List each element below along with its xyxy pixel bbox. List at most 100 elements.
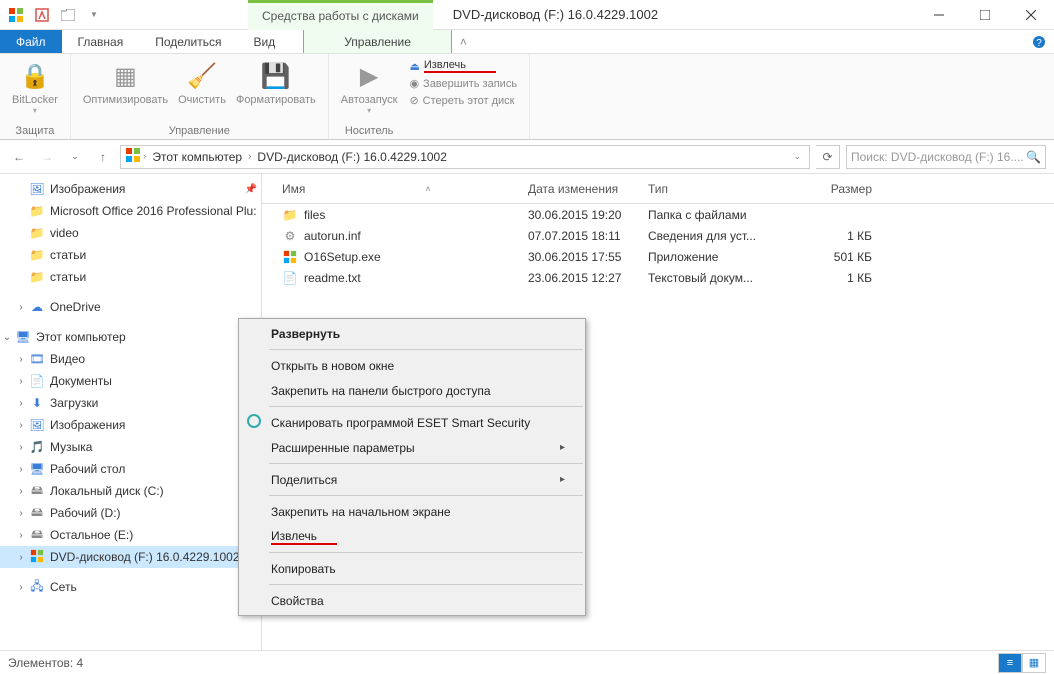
chevron-right-icon[interactable]: › xyxy=(14,508,28,519)
chevron-right-icon[interactable]: › xyxy=(14,552,28,563)
sidebar-item-video[interactable]: 📁video xyxy=(0,222,261,244)
chevron-right-icon[interactable]: › xyxy=(248,151,251,162)
menu-share[interactable]: Поделиться▸ xyxy=(239,467,585,492)
file-date: 30.06.2015 17:55 xyxy=(528,250,648,264)
file-type: Приложение xyxy=(648,250,796,264)
video-icon: 🎞 xyxy=(28,352,46,366)
forward-button[interactable]: → xyxy=(36,146,58,168)
sidebar-item-local-c[interactable]: ›🖴Локальный диск (C:) xyxy=(0,480,261,502)
new-folder-icon[interactable] xyxy=(58,5,78,25)
sidebar-item-desktop[interactable]: ›🖥Рабочий стол xyxy=(0,458,261,480)
chevron-right-icon[interactable]: › xyxy=(14,486,28,497)
sidebar-item-office[interactable]: 📁Microsoft Office 2016 Professional Plu: xyxy=(0,200,261,222)
sidebar-item-pictures2[interactable]: ›🖼Изображения xyxy=(0,414,261,436)
list-item[interactable]: ⚙autorun.inf 07.07.2015 18:11 Сведения д… xyxy=(262,225,1054,246)
close-button[interactable] xyxy=(1008,0,1054,30)
chevron-right-icon[interactable]: › xyxy=(14,442,28,453)
chevron-right-icon[interactable]: › xyxy=(14,582,28,593)
sidebar-item-articles2[interactable]: 📁 статьи xyxy=(0,266,261,288)
sidebar-item-label: статьи xyxy=(50,270,86,284)
tab-share[interactable]: Поделиться xyxy=(139,30,237,53)
sidebar-item-pictures[interactable]: 🖼Изображения📌 xyxy=(0,178,261,200)
sidebar-item-this-pc[interactable]: ⌄🖥Этот компьютер xyxy=(0,326,261,348)
menu-scan-eset[interactable]: Сканировать программой ESET Smart Securi… xyxy=(239,410,585,435)
menu-pin-quick[interactable]: Закрепить на панели быстрого доступа xyxy=(239,378,585,403)
file-date: 07.07.2015 18:11 xyxy=(528,229,648,243)
sidebar-item-onedrive[interactable]: ›☁OneDrive xyxy=(0,296,261,318)
tab-home[interactable]: Главная xyxy=(62,30,140,53)
navbar: ← → ⌄ ↑ › Этот компьютер › DVD-дисковод … xyxy=(0,140,1054,174)
drive-icon: 🖴 xyxy=(28,481,46,502)
format-icon: 💾 xyxy=(260,60,292,92)
column-type[interactable]: Тип xyxy=(648,182,796,196)
cleanup-button[interactable]: 🧹 Очистить xyxy=(174,58,230,108)
history-dropdown-icon[interactable]: ⌄ xyxy=(64,146,86,168)
search-icon: 🔍 xyxy=(1026,150,1041,164)
chevron-right-icon[interactable]: › xyxy=(14,464,28,475)
menu-separator xyxy=(269,584,583,585)
qat-dropdown-icon[interactable]: ▼ xyxy=(84,5,104,25)
properties-icon[interactable] xyxy=(32,5,52,25)
file-date: 23.06.2015 12:27 xyxy=(528,271,648,285)
file-type: Сведения для уст... xyxy=(648,229,796,243)
menu-advanced[interactable]: Расширенные параметры▸ xyxy=(239,435,585,460)
chevron-right-icon[interactable]: › xyxy=(14,398,28,409)
chevron-down-icon[interactable]: ⌄ xyxy=(0,332,14,343)
sidebar-item-network[interactable]: ›🖧Сеть xyxy=(0,576,261,598)
office-breadcrumb-icon xyxy=(125,147,141,166)
autorun-button[interactable]: ▶ Автозапуск ▾ xyxy=(337,58,402,117)
bitlocker-button[interactable]: 🔒 BitLocker ▾ xyxy=(8,58,62,117)
folder-icon: 📁 xyxy=(28,270,46,284)
chevron-right-icon[interactable]: › xyxy=(14,376,28,387)
sidebar-item-videos[interactable]: ›🎞Видео xyxy=(0,348,261,370)
column-size[interactable]: Размер xyxy=(796,182,892,196)
menu-open-new-window[interactable]: Открыть в новом окне xyxy=(239,353,585,378)
column-name[interactable]: Имя˄ xyxy=(262,182,528,196)
back-button[interactable]: ← xyxy=(8,146,30,168)
menu-copy[interactable]: Копировать xyxy=(239,556,585,581)
menu-pin-start[interactable]: Закрепить на начальном экране xyxy=(239,499,585,524)
breadcrumb[interactable]: › Этот компьютер › DVD-дисковод (F:) 16.… xyxy=(120,145,810,169)
refresh-button[interactable]: ⟳ xyxy=(816,145,840,169)
format-button[interactable]: 💾 Форматировать xyxy=(232,58,320,108)
details-view-button[interactable]: ≡ xyxy=(998,653,1022,673)
search-input[interactable]: Поиск: DVD-дисковод (F:) 16.... 🔍 xyxy=(846,145,1046,169)
chevron-right-icon[interactable]: › xyxy=(143,151,146,162)
eject-button[interactable]: ⏏ Извлечь xyxy=(405,58,521,74)
breadcrumb-dropdown-icon[interactable]: ⌄ xyxy=(793,151,805,162)
erase-button[interactable]: ⊘ Стереть этот диск xyxy=(405,93,521,108)
breadcrumb-dvd[interactable]: DVD-дисковод (F:) 16.0.4229.1002 xyxy=(253,150,451,164)
icons-view-button[interactable]: ▦ xyxy=(1022,653,1046,673)
sidebar-item-dvd[interactable]: ›DVD-дисковод (F:) 16.0.4229.1002 xyxy=(0,546,261,568)
optimize-button[interactable]: ▦ Оптимизировать xyxy=(79,58,172,108)
minimize-button[interactable] xyxy=(916,0,962,30)
sidebar-item-articles1[interactable]: 📁статьи xyxy=(0,244,261,266)
chevron-right-icon[interactable]: › xyxy=(14,420,28,431)
maximize-button[interactable] xyxy=(962,0,1008,30)
collapse-ribbon-icon[interactable]: ˄ xyxy=(452,30,475,53)
list-item[interactable]: 📄readme.txt 23.06.2015 12:27 Текстовый д… xyxy=(262,267,1054,288)
group-protect-label: Защита xyxy=(8,125,62,139)
help-icon[interactable]: ? xyxy=(1024,30,1054,53)
chevron-right-icon[interactable]: › xyxy=(14,354,28,365)
sidebar-item-local-e[interactable]: ›🖴Остальное (E:) xyxy=(0,524,261,546)
menu-properties[interactable]: Свойства xyxy=(239,588,585,613)
chevron-right-icon[interactable]: › xyxy=(14,302,28,313)
finalize-button[interactable]: ◉ Завершить запись xyxy=(405,76,521,91)
tab-file[interactable]: Файл xyxy=(0,30,62,53)
list-item[interactable]: O16Setup.exe 30.06.2015 17:55 Приложение… xyxy=(262,246,1054,267)
list-item[interactable]: 📁files 30.06.2015 19:20 Папка с файлами xyxy=(262,204,1054,225)
tab-view[interactable]: Вид xyxy=(237,30,291,53)
chevron-right-icon[interactable]: › xyxy=(14,530,28,541)
sidebar-item-downloads[interactable]: ›⬇Загрузки xyxy=(0,392,261,414)
menu-eject[interactable]: Извлечь xyxy=(239,524,585,549)
breadcrumb-this-pc[interactable]: Этот компьютер xyxy=(148,150,246,164)
eject-label: Извлечь xyxy=(424,59,496,73)
sidebar-item-documents[interactable]: ›📄Документы xyxy=(0,370,261,392)
menu-expand[interactable]: Развернуть xyxy=(239,321,585,346)
tab-manage[interactable]: Управление xyxy=(303,30,452,53)
column-date[interactable]: Дата изменения xyxy=(528,182,648,196)
up-button[interactable]: ↑ xyxy=(92,146,114,168)
sidebar-item-music[interactable]: ›🎵Музыка xyxy=(0,436,261,458)
sidebar-item-local-d[interactable]: ›🖴Рабочий (D:) xyxy=(0,502,261,524)
